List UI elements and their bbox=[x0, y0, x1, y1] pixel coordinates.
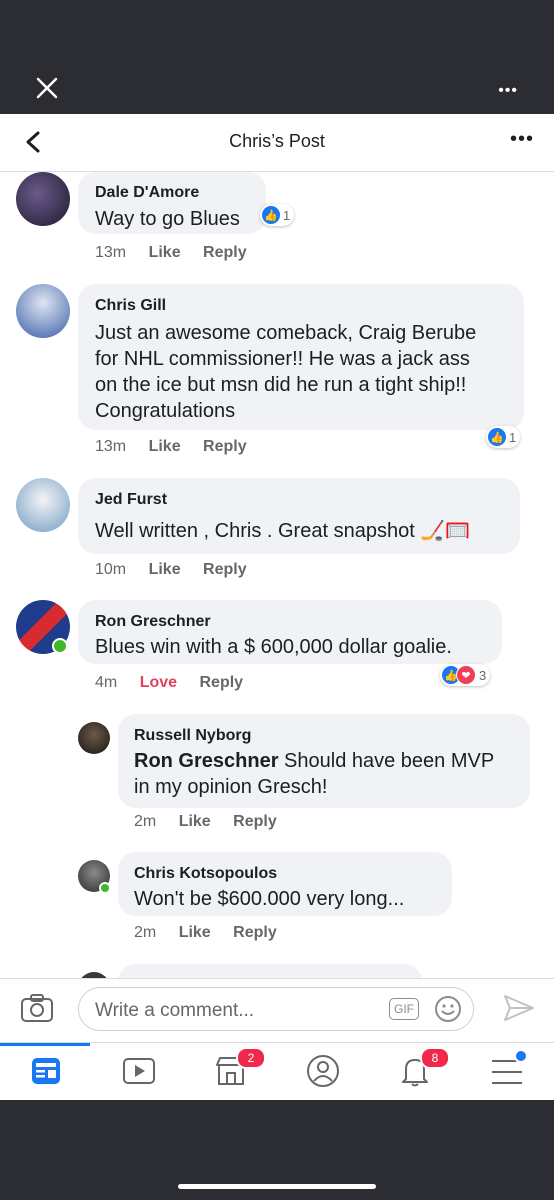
reply-button[interactable]: Reply bbox=[199, 674, 243, 691]
comment-text: Way to go Blues bbox=[95, 208, 240, 230]
tab-marketplace[interactable]: 2 bbox=[206, 1047, 266, 1095]
comment-text-line: on the ice but msn did he run a tight sh… bbox=[95, 374, 467, 396]
comment-actions: 10m Like Reply bbox=[95, 561, 265, 579]
comment-author[interactable]: Jed Furst bbox=[95, 491, 167, 509]
gif-icon[interactable]: GIF bbox=[389, 998, 419, 1020]
tab-notifications[interactable]: 8 bbox=[390, 1047, 450, 1095]
bottom-tab-bar: 2 8 bbox=[0, 1042, 554, 1100]
reaction-number: 3 bbox=[479, 667, 487, 683]
browser-top-bar: ••• bbox=[0, 0, 554, 114]
news-feed-icon bbox=[32, 1058, 60, 1084]
comment-text: Ron Greschner Should have been MVP bbox=[134, 748, 494, 774]
comment-input-placeholder: Write a comment... bbox=[95, 1000, 255, 1021]
comment-time: 13m bbox=[95, 438, 127, 455]
comment-time: 13m bbox=[95, 244, 127, 261]
menu-notification-dot bbox=[514, 1049, 528, 1063]
page-title: Chris’s Post bbox=[229, 131, 325, 151]
comment-time: 2m bbox=[134, 813, 157, 830]
reply-button[interactable]: Reply bbox=[203, 561, 247, 578]
top-more-icon[interactable]: ••• bbox=[498, 82, 518, 100]
reply-button[interactable]: Reply bbox=[203, 438, 247, 455]
like-button[interactable]: Like bbox=[149, 561, 181, 578]
notifications-badge: 8 bbox=[420, 1047, 450, 1069]
thumbs-up-icon: 👍 bbox=[262, 206, 280, 224]
reaction-number: 1 bbox=[509, 429, 517, 445]
close-icon[interactable] bbox=[36, 77, 58, 99]
reply-button[interactable]: Reply bbox=[233, 924, 277, 941]
home-indicator[interactable] bbox=[178, 1184, 376, 1189]
comment-time: 4m bbox=[95, 674, 118, 691]
comment-author[interactable]: Dale D'Amore bbox=[95, 184, 199, 202]
camera-icon[interactable] bbox=[20, 993, 54, 1023]
profile-icon bbox=[307, 1055, 339, 1087]
reaction-count[interactable]: 👍 1 bbox=[260, 204, 295, 226]
tab-menu[interactable] bbox=[482, 1049, 532, 1095]
reaction-count[interactable]: 👍 1 bbox=[486, 426, 521, 448]
comment-actions: 13m Like Reply bbox=[95, 244, 265, 262]
reply-bubble bbox=[118, 964, 422, 978]
comment-actions: 2m Like Reply bbox=[134, 924, 295, 942]
comment-composer: Write a comment... GIF bbox=[0, 978, 554, 1043]
tab-profile[interactable] bbox=[298, 1051, 348, 1095]
avatar[interactable] bbox=[16, 284, 70, 338]
heart-icon: ❤ bbox=[456, 665, 476, 685]
comment-text: Blues win with a $ 600,000 dollar goalie… bbox=[95, 636, 452, 658]
like-button[interactable]: Like bbox=[179, 924, 211, 941]
reply-button[interactable]: Reply bbox=[233, 813, 277, 830]
like-button[interactable]: Like bbox=[179, 813, 211, 830]
comment-author[interactable]: Chris Gill bbox=[95, 297, 166, 315]
like-button[interactable]: Like bbox=[149, 438, 181, 455]
comment-author[interactable]: Ron Greschner bbox=[95, 613, 211, 631]
comment-text-part: Should have been MVP bbox=[278, 750, 495, 772]
video-play-icon bbox=[123, 1058, 155, 1084]
reaction-count[interactable]: 👍 ❤ 3 bbox=[440, 664, 491, 686]
comment-text-line: Just an awesome comeback, Craig Berube bbox=[95, 322, 477, 344]
reply-button[interactable]: Reply bbox=[203, 244, 247, 261]
mention-link[interactable]: Ron Greschner bbox=[134, 750, 278, 772]
send-icon[interactable] bbox=[502, 993, 536, 1023]
post-sheet: Chris’s Post ••• Dale D'Amore Way to go … bbox=[0, 114, 554, 1100]
thumbs-up-icon: 👍 bbox=[488, 428, 506, 446]
love-button[interactable]: Love bbox=[140, 674, 177, 691]
emoji-icon[interactable] bbox=[433, 994, 463, 1024]
comment-text-line: in my opinion Gresch! bbox=[134, 776, 328, 798]
marketplace-badge: 2 bbox=[236, 1047, 266, 1069]
reaction-number: 1 bbox=[283, 207, 291, 223]
comment-text: Won't be $600.000 very long... bbox=[134, 888, 405, 910]
comment-time: 2m bbox=[134, 924, 157, 941]
comments-list: Dale D'Amore Way to go Blues 👍 1 13m Lik… bbox=[0, 172, 554, 978]
avatar[interactable] bbox=[16, 172, 70, 226]
comment-author[interactable]: Chris Kotsopoulos bbox=[134, 865, 277, 883]
comment-text-line: for NHL commissioner!! He was a jack ass bbox=[95, 348, 470, 370]
avatar[interactable] bbox=[16, 478, 70, 532]
active-tab-indicator bbox=[0, 1043, 90, 1046]
avatar[interactable] bbox=[78, 722, 110, 754]
tab-watch[interactable] bbox=[114, 1051, 164, 1095]
comment-actions: 4m Love Reply bbox=[95, 674, 261, 692]
comment-text-line: Congratulations bbox=[95, 400, 236, 422]
like-button[interactable]: Like bbox=[149, 244, 181, 261]
tab-news-feed[interactable] bbox=[22, 1051, 72, 1095]
comment-text: Well written , Chris . Great snapshot 🏒🥅 bbox=[95, 520, 471, 542]
comment-time: 10m bbox=[95, 561, 127, 578]
comment-author[interactable]: Russell Nyborg bbox=[134, 727, 251, 745]
online-status-dot bbox=[52, 638, 68, 654]
bottom-chrome bbox=[0, 1100, 554, 1200]
comment-input[interactable]: Write a comment... GIF bbox=[78, 987, 474, 1031]
post-header: Chris’s Post ••• bbox=[0, 114, 554, 172]
online-status-dot bbox=[99, 882, 111, 894]
more-options-icon[interactable]: ••• bbox=[510, 128, 534, 151]
comment-actions: 13m Like Reply bbox=[95, 438, 265, 456]
comment-actions: 2m Like Reply bbox=[134, 813, 295, 831]
